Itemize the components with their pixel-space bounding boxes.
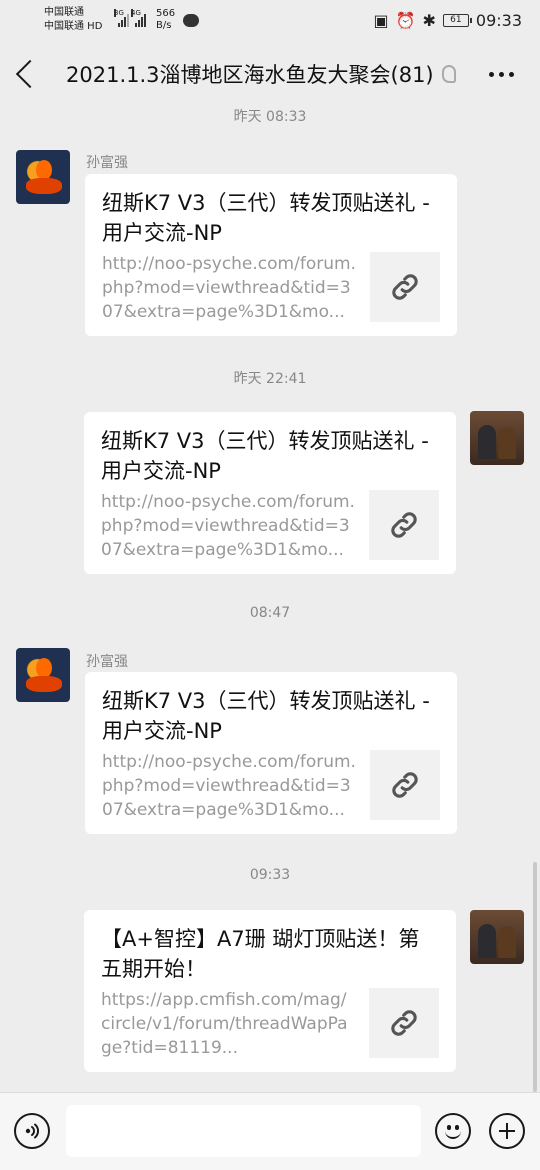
carrier-1: 中国联通 xyxy=(44,7,84,18)
carrier-2: 中国联通 HD xyxy=(44,21,103,32)
card-body: http://noo-psyche.com/forum.php?mod=view… xyxy=(102,750,441,822)
battery-level: 61 xyxy=(450,14,462,25)
link-icon xyxy=(369,490,439,560)
clock: 09:33 xyxy=(475,10,522,30)
link-icon xyxy=(369,988,439,1058)
card-url: http://noo-psyche.com/forum.php?mod=view… xyxy=(102,254,356,322)
voice-icon[interactable] xyxy=(14,1113,50,1149)
scrollbar[interactable] xyxy=(533,862,537,1092)
chat-title: 2021.1.3淄博地区海水鱼友大聚会(81) xyxy=(66,63,434,87)
card-url: https://app.cmfish.com/mag/circle/v1/for… xyxy=(101,990,348,1058)
link-card[interactable]: 【A+智控】A7珊 瑚灯顶贴送！第五期开始！ https://app.cmfis… xyxy=(84,910,456,1072)
emoji-icon[interactable] xyxy=(435,1113,471,1149)
card-body: http://noo-psyche.com/forum.php?mod=view… xyxy=(101,490,440,562)
sender-name: 孙富强 xyxy=(86,155,128,171)
card-url: http://noo-psyche.com/forum.php?mod=view… xyxy=(101,492,355,560)
nav-bar: 2021.1.3淄博地区海水鱼友大聚会(81) xyxy=(0,46,540,102)
battery-icon: 61 xyxy=(442,13,472,27)
link-card[interactable]: 纽斯K7 V3（三代）转发顶贴送礼 - 用户交流-NP http://noo-p… xyxy=(84,412,456,574)
status-right: ▣ ⏰ ✱ 61 09:33 xyxy=(373,11,522,30)
status-bar: 中国联通 中国联通 HD 3G 4G 566 B/s ▣ ⏰ ✱ 61 09:3… xyxy=(0,0,540,40)
earpiece-mode-icon xyxy=(441,65,456,83)
nfc-icon: ▣ xyxy=(373,10,389,30)
avatar[interactable] xyxy=(16,150,70,204)
network-speed: 566 B/s xyxy=(156,8,175,32)
timestamp: 昨天 22:41 xyxy=(233,371,307,387)
signal-icon-2: 4G xyxy=(131,9,146,27)
message-notification-icon xyxy=(183,13,200,27)
chevron-left-icon[interactable] xyxy=(15,59,45,89)
timestamp: 08:47 xyxy=(249,605,291,621)
link-card[interactable]: 纽斯K7 V3（三代）转发顶贴送礼 - 用户交流-NP http://noo-p… xyxy=(85,174,457,336)
card-title: 【A+智控】A7珊 瑚灯顶贴送！第五期开始！ xyxy=(101,927,420,981)
bluetooth-icon: ✱ xyxy=(422,10,436,30)
card-body: https://app.cmfish.com/mag/circle/v1/for… xyxy=(101,988,440,1060)
card-body: http://noo-psyche.com/forum.php?mod=view… xyxy=(102,252,441,324)
link-icon xyxy=(370,252,440,322)
card-url: http://noo-psyche.com/forum.php?mod=view… xyxy=(102,752,356,820)
signal-icons: 3G 4G xyxy=(114,9,146,27)
avatar[interactable] xyxy=(16,648,70,702)
speed-unit: B/s xyxy=(156,20,172,31)
card-title: 纽斯K7 V3（三代）转发顶贴送礼 - 用户交流-NP xyxy=(101,429,429,483)
message-input[interactable] xyxy=(66,1105,421,1157)
plus-icon[interactable] xyxy=(489,1113,525,1149)
sender-name: 孙富强 xyxy=(86,654,128,670)
link-icon xyxy=(370,750,440,820)
card-title: 纽斯K7 V3（三代）转发顶贴送礼 - 用户交流-NP xyxy=(102,689,430,743)
link-card[interactable]: 纽斯K7 V3（三代）转发顶贴送礼 - 用户交流-NP http://noo-p… xyxy=(85,672,457,834)
timestamp: 昨天 08:33 xyxy=(233,109,307,125)
speed-value: 566 xyxy=(156,8,176,19)
input-bar xyxy=(0,1092,540,1170)
network-type-2: 4G xyxy=(131,9,141,17)
avatar[interactable] xyxy=(470,411,524,465)
signal-icon: 3G xyxy=(114,9,129,27)
card-title: 纽斯K7 V3（三代）转发顶贴送礼 - 用户交流-NP xyxy=(102,191,430,245)
carrier-info: 中国联通 中国联通 HD xyxy=(44,6,114,34)
more-dots-icon[interactable] xyxy=(489,71,514,77)
network-type-1: 3G xyxy=(114,9,124,17)
alarm-icon: ⏰ xyxy=(395,10,416,30)
avatar[interactable] xyxy=(470,910,524,964)
timestamp: 09:33 xyxy=(249,867,291,883)
